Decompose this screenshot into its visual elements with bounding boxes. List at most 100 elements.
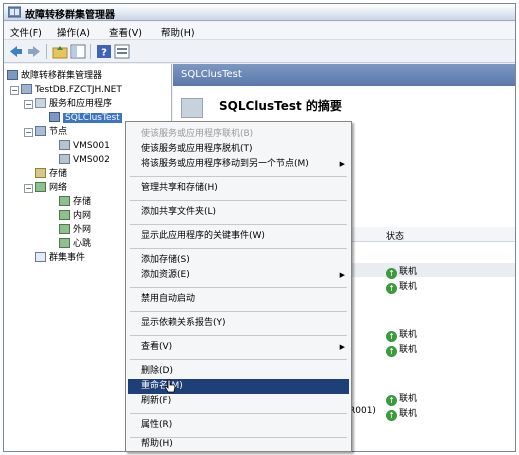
tree-storage-label: 存储 [49, 169, 68, 179]
menu-item-label: 将该服务或应用程序移动到另一个节点(M) [141, 159, 309, 169]
menu-file[interactable]: 文件(F) [10, 25, 42, 39]
network-adapter-icon [59, 196, 70, 206]
server-icon [59, 154, 70, 164]
tree-node-vms002[interactable]: VMS002 [59, 154, 110, 166]
menu-item-add-resource[interactable]: 添加资源(E) ▶ [141, 268, 349, 283]
menu-separator [130, 311, 347, 312]
menu-item-label: 显示此应用程序的关键事件(W) [141, 231, 265, 241]
tree-networks-label: 网络 [49, 183, 68, 193]
tree-nodes-label: 节点 [49, 127, 68, 137]
menu-item-disable-autostart[interactable]: 禁用自动启动 [141, 292, 349, 307]
app-window: 故障转移群集管理器 文件(F) 操作(A) 查看(V) 帮助(H) ? 故障转移… [3, 3, 516, 452]
menu-item-add-shared-folder[interactable]: 添加共享文件夹(L) [141, 205, 349, 220]
status-online: ↑ 联机 [386, 264, 417, 279]
menu-item-show-critical-events[interactable]: 显示此应用程序的关键事件(W) [141, 229, 349, 244]
properties-icon[interactable] [114, 44, 130, 59]
menu-item-move-to-node[interactable]: 将该服务或应用程序移动到另一个节点(M) ▶ [141, 157, 349, 172]
online-icon: ↑ [386, 346, 397, 357]
menu-item-properties[interactable]: 属性(R) [141, 418, 349, 433]
menu-view[interactable]: 查看(V) [109, 25, 142, 39]
status-online: ↑ 联机 [386, 327, 417, 342]
status-online: ↑ 联机 [386, 406, 417, 421]
tree-sqlclustest[interactable]: SQLClusTest [49, 112, 122, 124]
storage-icon [35, 168, 46, 178]
tree-nodes[interactable]: 节点 [35, 126, 67, 138]
tree-net-storage[interactable]: 存储 [59, 196, 91, 208]
tree-root-label: 故障转移群集管理器 [21, 71, 103, 81]
expander-collapse[interactable]: − [24, 184, 33, 193]
menu-separator [130, 413, 347, 414]
menu-item-take-offline[interactable]: 使该服务或应用程序脱机(T) [141, 142, 349, 157]
tree-cluster[interactable]: TestDB.FZCTJH.NET [21, 84, 122, 96]
menu-action[interactable]: 操作(A) [57, 25, 90, 39]
context-menu: 使该服务或应用程序联机(B) 使该服务或应用程序脱机(T) 将该服务或应用程序移… [125, 121, 352, 452]
tree-net-internal[interactable]: 内网 [59, 210, 91, 222]
menu-item-label: 添加存储(S) [141, 255, 190, 265]
expander-collapse[interactable]: − [10, 86, 19, 95]
tree-node2-label: VMS002 [73, 155, 110, 165]
status-column-label: 状态 [386, 232, 405, 242]
menu-separator [130, 359, 347, 360]
network-adapter-icon [59, 238, 70, 248]
details-header: SQLClusTest [173, 64, 515, 86]
menu-item-label: 使该服务或应用程序脱机(T) [141, 144, 253, 154]
menu-item-dependency-report[interactable]: 显示依赖关系报告(Y) [141, 316, 349, 331]
forward-icon[interactable] [26, 44, 42, 59]
menu-item-label: 添加共享文件夹(L) [141, 207, 217, 217]
tree-events[interactable]: 群集事件 [35, 252, 85, 264]
menu-item-label: 添加资源(E) [141, 270, 190, 280]
menu-item-label: 刷新(F) [141, 396, 172, 406]
application-icon [49, 112, 60, 122]
tree-networks[interactable]: 网络 [35, 182, 67, 194]
status-text: 联机 [399, 282, 418, 292]
network-adapter-icon [59, 224, 70, 234]
menu-item-add-storage[interactable]: 添加存储(S) [141, 253, 349, 268]
menu-separator [130, 176, 347, 177]
tree-services[interactable]: 服务和应用程序 [35, 98, 112, 110]
menu-item-label: 重命名(M) [141, 381, 183, 391]
expander-collapse[interactable]: − [24, 100, 33, 109]
server-icon [59, 140, 70, 150]
toolbar: ? [4, 41, 515, 63]
menu-item-delete[interactable]: 删除(D) [141, 364, 349, 379]
tree-storage[interactable]: 存储 [35, 168, 67, 180]
menu-separator [130, 335, 347, 336]
menu-item-help[interactable]: 帮助(H) [141, 438, 349, 451]
table-row[interactable] [348, 263, 515, 277]
tree-root[interactable]: 故障转移群集管理器 [7, 70, 102, 82]
menu-item-view[interactable]: 查看(V) ▶ [141, 340, 349, 355]
tree-net-external[interactable]: 外网 [59, 224, 91, 236]
online-icon: ↑ [386, 395, 397, 406]
network-icon [35, 182, 46, 192]
tree-node-vms001[interactable]: VMS001 [59, 140, 110, 152]
tree-net-internal-label: 内网 [73, 211, 92, 221]
menu-separator [130, 248, 347, 249]
menu-help[interactable]: 帮助(H) [161, 25, 195, 39]
show-hide-tree-icon[interactable] [70, 44, 86, 59]
status-column-header[interactable]: 状态 [348, 227, 515, 242]
tree-services-label: 服务和应用程序 [49, 99, 113, 109]
submenu-arrow-icon: ▶ [339, 343, 345, 351]
menu-item-manage-shares[interactable]: 管理共享和存储(H) [141, 181, 349, 196]
online-icon: ↑ [386, 331, 397, 342]
status-online: ↑ 联机 [386, 391, 417, 406]
cluster-icon [21, 84, 32, 94]
menu-separator [130, 224, 347, 225]
services-icon [35, 98, 46, 108]
status-text: 联机 [399, 330, 418, 340]
menu-item-label: 帮助(H) [141, 439, 173, 449]
back-icon[interactable] [8, 44, 24, 59]
status-text: 联机 [399, 345, 418, 355]
menu-item-refresh[interactable]: 刷新(F) [141, 394, 349, 409]
status-text: 联机 [399, 394, 418, 404]
up-folder-icon[interactable] [52, 44, 68, 59]
help-icon[interactable]: ? [96, 44, 112, 59]
expander-collapse[interactable]: − [24, 128, 33, 137]
menu-item-label: 显示依赖关系报告(Y) [141, 318, 226, 328]
menu-separator [130, 287, 347, 288]
toolbar-separator [46, 44, 47, 59]
details-header-title: SQLClusTest [181, 69, 242, 80]
tree-net-heartbeat[interactable]: 心跳 [59, 238, 91, 250]
status-text: 联机 [399, 267, 418, 277]
menu-item-label: 禁用自动启动 [141, 294, 196, 304]
